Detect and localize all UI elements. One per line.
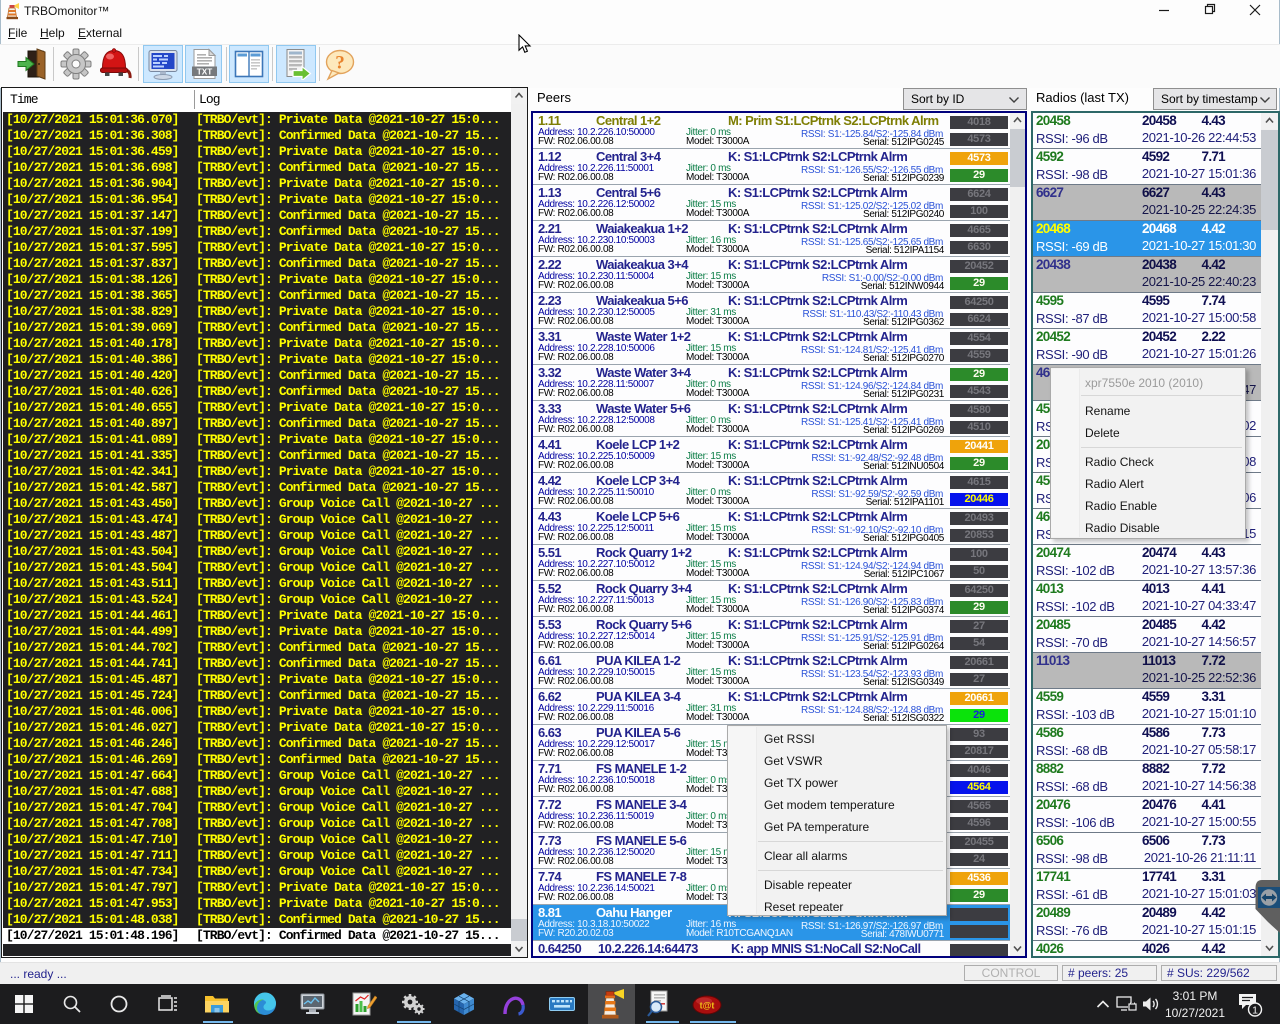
svg-text:1: 1: [1252, 1004, 1258, 1016]
svg-text:TXT: TXT: [197, 67, 212, 76]
svg-text:?: ?: [335, 53, 345, 74]
svg-text:t@t: t@t: [700, 1001, 715, 1011]
